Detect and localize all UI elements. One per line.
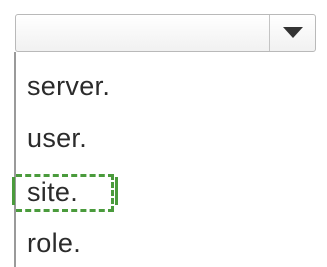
focus-outline-left (12, 177, 15, 205)
dropdown-select[interactable] (15, 14, 316, 52)
chevron-down-icon (283, 27, 303, 38)
dropdown-option-site[interactable]: site. (27, 176, 78, 208)
dropdown-option-user[interactable]: user. (27, 122, 87, 154)
text-caret (115, 177, 118, 205)
dropdown-widget: server. user. site. role. (0, 0, 327, 267)
dropdown-option-role[interactable]: role. (27, 227, 81, 259)
dropdown-toggle-button[interactable] (269, 15, 315, 51)
dropdown-option-server[interactable]: server. (27, 70, 110, 102)
dropdown-options-list: server. user. site. role. (12, 52, 320, 267)
